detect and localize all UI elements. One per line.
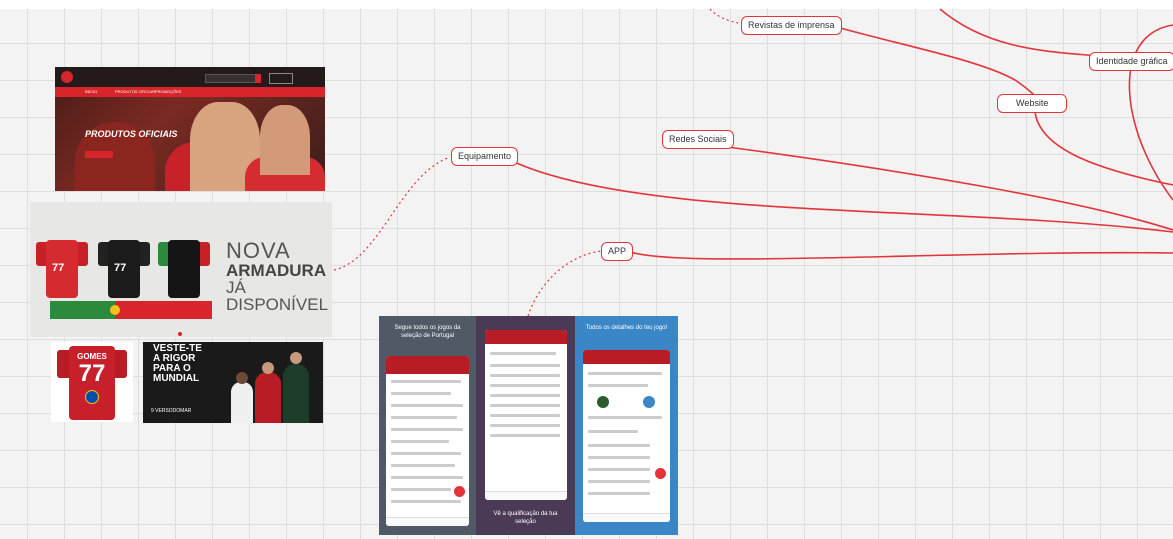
player-head xyxy=(290,352,302,364)
panel-caption: Vê a qualificação da tua seleção xyxy=(493,511,558,525)
node-app[interactable]: APP xyxy=(601,242,634,261)
connector-app xyxy=(625,249,1173,260)
jersey-headline: NOVA ARMADURA JÁ DISPONÍVEL xyxy=(226,238,329,314)
connector-redes xyxy=(719,145,1173,231)
node-revistas-imprensa[interactable]: Revistas de imprensa xyxy=(741,16,842,35)
player-figure xyxy=(231,382,253,423)
app-panel-match: Todos os detalhes do teu jogo! xyxy=(575,316,678,535)
phone-screen xyxy=(583,350,670,522)
shop-nav-item: PRODUTOS OFICIAIS xyxy=(115,89,156,94)
node-identidade-grafica[interactable]: Identidade gráfica xyxy=(1089,52,1173,71)
player-figure xyxy=(255,372,281,423)
jersey-banner-image[interactable]: 77 77 NOVA ARMADURA JÁ DISPONÍVEL xyxy=(30,202,332,337)
panel-caption: Segue todos os jogos da seleção de Portu… xyxy=(394,325,461,339)
cart-icon xyxy=(269,73,293,84)
veste-banner-image[interactable]: VESTE-TE A RIGOR PARA O MUNDIAL 9 VERSOD… xyxy=(143,342,323,423)
veste-brand: 9 VERSODOMAR xyxy=(151,408,192,414)
search-icon xyxy=(255,74,261,83)
node-website[interactable]: Website xyxy=(997,94,1068,113)
carousel-indicator xyxy=(178,332,182,336)
shirt-product-image[interactable]: GOMES 77 xyxy=(51,342,133,422)
shop-headline: PRODUTOS OFICIAIS xyxy=(85,129,178,139)
shop-cta-button xyxy=(85,151,113,158)
fab-button xyxy=(655,468,666,479)
player-face xyxy=(260,105,310,175)
player-head xyxy=(262,362,274,374)
connector-equipamento xyxy=(511,160,1173,233)
shop-nav-item: INÍCIO xyxy=(85,89,98,94)
connector-website xyxy=(1034,111,1173,186)
phone-screen xyxy=(485,330,567,500)
shirt-number: 77 xyxy=(78,360,106,387)
shop-search-input xyxy=(205,74,257,83)
portugal-flag-strip xyxy=(50,301,212,319)
sponsor-logo-icon xyxy=(85,390,99,404)
player-figure xyxy=(283,364,309,423)
veste-headline: VESTE-TE A RIGOR PARA O MUNDIAL xyxy=(153,343,202,384)
connector-revistas-website xyxy=(832,25,1041,104)
red-kit: 77 xyxy=(36,240,88,298)
connector-dashed-equipamento xyxy=(333,156,451,271)
player-head xyxy=(236,372,248,384)
app-panel-games: Segue todos os jogos da seleção de Portu… xyxy=(379,316,476,535)
node-equipamento[interactable]: Equipamento xyxy=(451,147,519,166)
black-green-kit xyxy=(158,240,210,298)
fab-button xyxy=(454,486,465,497)
shop-nav-item: PROMOÇÕES xyxy=(155,89,182,94)
federation-logo-icon xyxy=(61,71,73,83)
app-screenshots[interactable]: Segue todos os jogos da seleção de Portu… xyxy=(379,316,678,535)
app-panel-qualification: Vê a qualificação da tua seleção xyxy=(476,316,575,535)
black-kit: 77 xyxy=(98,240,150,298)
phone-screen xyxy=(386,356,469,526)
connector-dashed-revistas xyxy=(709,8,743,25)
panel-caption: Todos os detalhes do teu jogo! xyxy=(585,325,668,331)
connector-dashed-app xyxy=(527,250,602,317)
node-redes-sociais[interactable]: Redes Sociais xyxy=(662,130,734,149)
canvas-top-edge xyxy=(0,0,1173,9)
shop-banner-image[interactable]: INÍCIO PRODUTOS OFICIAIS PROMOÇÕES PRODU… xyxy=(55,67,325,191)
